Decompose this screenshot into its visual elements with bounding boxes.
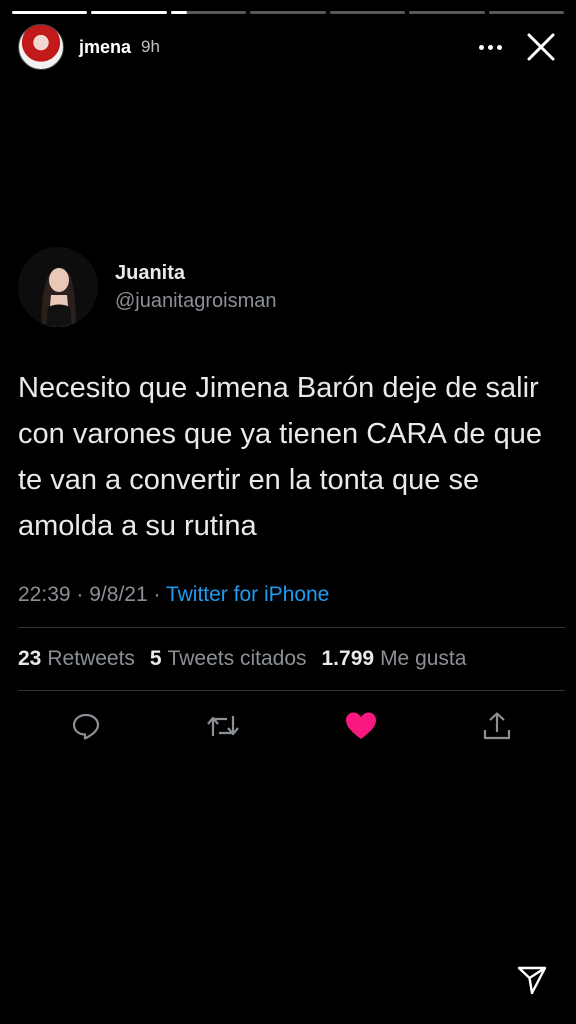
send-icon[interactable] — [516, 964, 548, 996]
progress-segment — [12, 11, 88, 14]
reply-icon — [72, 713, 100, 740]
likes-label: Me gusta — [380, 647, 467, 670]
tweet-author-avatar — [18, 247, 98, 327]
tweet-author-handle: @juanitagroisman — [115, 289, 277, 312]
quotes-stat: 5 Tweets citados — [150, 647, 307, 671]
share-icon — [483, 712, 511, 740]
tweet-stats: 23 Retweets 5 Tweets citados 1.799 Me gusta — [18, 628, 558, 690]
quotes-count: 5 — [149, 647, 162, 670]
close-icon[interactable] — [524, 30, 558, 64]
progress-segment — [488, 11, 564, 14]
progress-segment — [409, 11, 485, 14]
tweet-text: Necesito que Jimena Barón deje de salir … — [18, 372, 542, 542]
like-heart-icon — [346, 712, 376, 739]
progress-segment — [250, 11, 326, 14]
tweet-date: 9/8/21 — [89, 583, 148, 606]
story-user-avatar[interactable] — [18, 24, 64, 70]
tweet-metadata: 22:39 · 9/8/21 · Twitter for iPhone — [18, 583, 558, 607]
tweet-action-bar — [18, 691, 565, 761]
more-dots-icon[interactable] — [479, 44, 502, 50]
likes-stat: 1.799 Me gusta — [322, 647, 467, 671]
retweet-icon — [207, 716, 239, 736]
quotes-label: Tweets citados — [167, 647, 307, 670]
retweets-stat: 23 Retweets — [18, 647, 135, 671]
story-progress-bar — [12, 11, 564, 14]
tweet-author-name: Juanita — [115, 261, 186, 284]
progress-segment — [329, 11, 406, 14]
tweet-author: Juanita @juanitagroisman — [18, 245, 558, 329]
tweet-source-link: Twitter for iPhone — [165, 583, 330, 606]
tweet-time: 22:39 — [18, 583, 71, 606]
story-username[interactable]: jmena — [79, 37, 131, 58]
likes-count: 1.799 — [321, 647, 375, 670]
tweet-screenshot: Juanita @juanitagroisman Necesito que Ji… — [18, 245, 565, 761]
meta-separator: · — [153, 583, 161, 606]
retweets-label: Retweets — [47, 647, 135, 670]
story-actions — [479, 30, 558, 64]
story-header: jmena 9h — [18, 24, 558, 70]
progress-segment-current — [170, 11, 247, 14]
retweets-count: 23 — [18, 647, 42, 670]
meta-separator: · — [76, 583, 84, 606]
progress-segment — [91, 11, 167, 14]
story-timestamp: 9h — [141, 37, 160, 56]
